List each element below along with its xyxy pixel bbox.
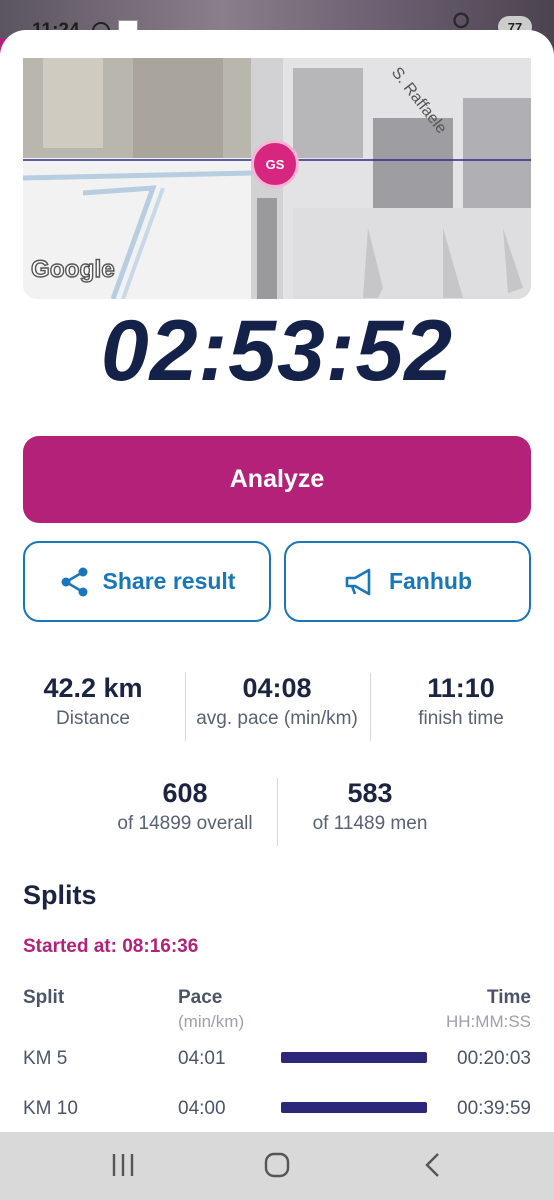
split-km10-bar xyxy=(281,1102,427,1113)
finish-clock-value: 11:10 xyxy=(427,673,495,703)
home-icon[interactable] xyxy=(262,1150,292,1180)
distance-label: Distance xyxy=(56,708,130,729)
split-column-header: Split xyxy=(23,987,65,1008)
overall-rank-stat: 608 of 14899 overall xyxy=(96,778,274,835)
pace-column-header: Pace xyxy=(178,987,223,1008)
stat-divider xyxy=(370,673,371,741)
split-km5-label: KM 5 xyxy=(23,1048,68,1069)
time-column-header: Time xyxy=(486,987,531,1008)
split-km5-time: 00:20:03 xyxy=(457,1048,531,1069)
analyze-button[interactable]: Analyze xyxy=(23,436,531,523)
men-rank-stat: 583 of 11489 men xyxy=(286,778,454,835)
pace-unit-label: (min/km) xyxy=(178,1012,245,1031)
share-icon xyxy=(61,567,88,596)
split-km5-pace: 04:01 xyxy=(178,1048,226,1069)
megaphone-icon xyxy=(345,568,371,595)
pace-label: avg. pace (min/km) xyxy=(196,708,358,729)
fanhub-label: Fanhub xyxy=(388,568,473,594)
back-icon[interactable] xyxy=(418,1150,448,1180)
finish-time-display: 02:53:52 xyxy=(100,303,454,399)
pace-stat: 04:08 avg. pace (min/km) xyxy=(180,673,374,730)
started-at: Started at: 08:16:36 xyxy=(23,936,199,957)
finish-clock-label: finish time xyxy=(418,708,504,729)
share-result-button[interactable]: Share result xyxy=(23,541,271,622)
split-km10-label: KM 10 xyxy=(23,1098,78,1119)
men-rank-value: 583 xyxy=(347,778,393,808)
runner-marker[interactable]: GS xyxy=(251,140,299,188)
google-attribution: Google xyxy=(30,255,115,283)
men-rank-label: of 11489 men xyxy=(312,813,428,834)
split-km10-time: 00:39:59 xyxy=(457,1098,531,1119)
time-unit-label: HH:MM:SS xyxy=(446,1012,531,1031)
route-map[interactable]: S. Raffaele GS Google xyxy=(23,58,531,299)
share-result-label: Share result xyxy=(102,568,236,594)
system-navigation-bar xyxy=(0,1132,554,1200)
recent-apps-icon[interactable] xyxy=(108,1150,138,1180)
fanhub-button[interactable]: Fanhub xyxy=(284,541,531,622)
pace-value: 04:08 xyxy=(242,673,312,703)
split-km10-pace: 04:00 xyxy=(178,1098,226,1119)
distance-value: 42.2 km xyxy=(43,673,143,703)
overall-rank-value: 608 xyxy=(162,778,208,808)
finish-clock-stat: 11:10 finish time xyxy=(380,673,542,730)
result-sheet: S. Raffaele GS Google 02:53:52 Analyze S… xyxy=(0,30,554,1132)
distance-stat: 42.2 km Distance xyxy=(12,673,174,730)
splits-title: Splits xyxy=(23,880,97,910)
stat-divider xyxy=(277,778,278,846)
overall-rank-label: of 14899 overall xyxy=(117,813,253,834)
split-km5-bar xyxy=(281,1052,427,1063)
